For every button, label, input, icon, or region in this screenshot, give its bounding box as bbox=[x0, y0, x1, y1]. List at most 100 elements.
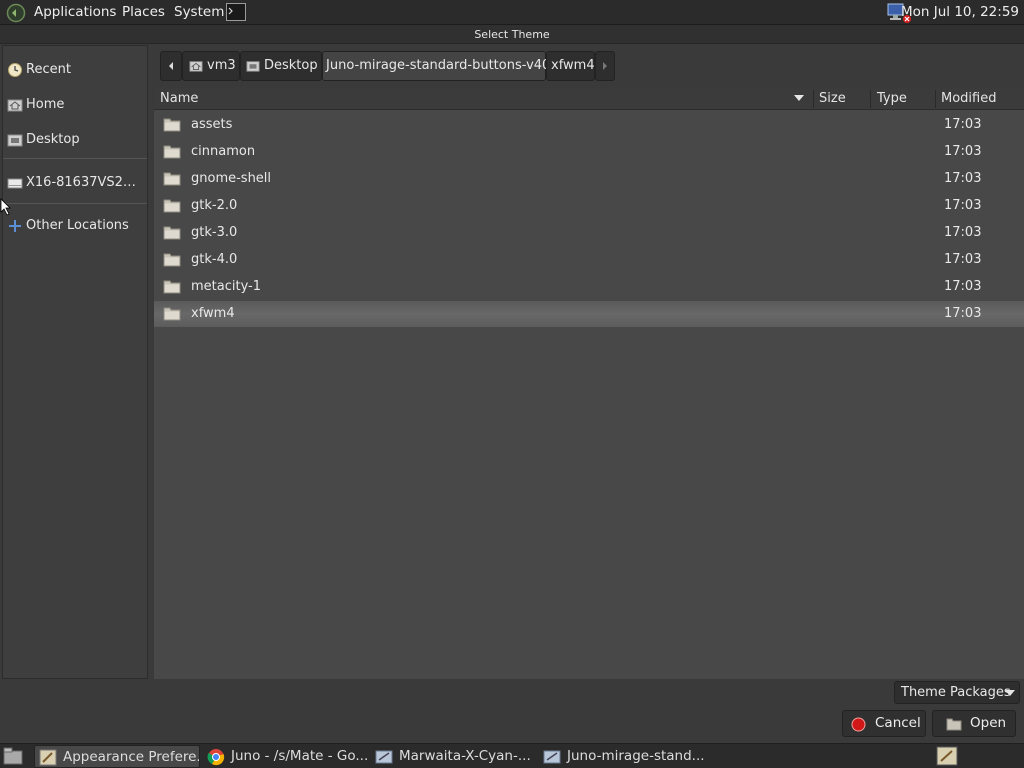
taskbar: Appearance Prefere... Juno - /s/Mate - G… bbox=[0, 743, 1024, 768]
path-crumb-label: xfwm4 bbox=[551, 58, 595, 73]
folder-icon bbox=[163, 171, 181, 186]
file-filter-select[interactable]: Theme Packages bbox=[894, 681, 1020, 704]
file-name: metacity-1 bbox=[191, 279, 262, 294]
column-size[interactable]: Size bbox=[819, 88, 846, 109]
path-crumb-label: Desktop bbox=[264, 58, 318, 73]
file-name: xfwm4 bbox=[191, 306, 235, 321]
system-menu[interactable]: System bbox=[174, 4, 224, 20]
sidebar-item-recent[interactable]: Recent bbox=[3, 56, 147, 84]
path-crumb-vm3[interactable]: vm3 bbox=[182, 51, 240, 81]
sidebar-item-label: Recent bbox=[26, 62, 71, 77]
column-type[interactable]: Type bbox=[877, 88, 907, 109]
mate-logo-icon[interactable] bbox=[6, 3, 26, 23]
taskbar-item-label: Juno - /s/Mate - Go... bbox=[231, 748, 369, 764]
column-modified[interactable]: Modified bbox=[941, 88, 996, 109]
column-header: Name Size Type Modified bbox=[154, 88, 1024, 110]
applications-menu[interactable]: Applications bbox=[34, 4, 116, 20]
file-manager-icon bbox=[543, 748, 561, 765]
sort-down-icon[interactable] bbox=[794, 94, 804, 102]
column-separator bbox=[935, 90, 936, 108]
folder-icon bbox=[163, 117, 181, 132]
folder-icon bbox=[163, 198, 181, 213]
sidebar-item-desktop[interactable]: Desktop bbox=[3, 126, 147, 154]
file-name: assets bbox=[191, 117, 233, 132]
appearance-icon bbox=[39, 749, 57, 766]
places-sidebar: Recent Home Desktop X16-81637VS201... Ot… bbox=[2, 45, 148, 679]
file-filter-label: Theme Packages bbox=[901, 685, 1011, 700]
cancel-icon bbox=[851, 717, 866, 732]
drive-icon bbox=[7, 175, 23, 191]
cancel-label: Cancel bbox=[875, 715, 921, 731]
list-item[interactable]: assets 17:03 bbox=[154, 112, 1024, 138]
sidebar-item-label: Other Locations bbox=[26, 218, 129, 233]
list-item[interactable]: cinnamon 17:03 bbox=[154, 139, 1024, 165]
taskbar-item-appearance[interactable]: Appearance Prefere... bbox=[34, 745, 200, 768]
show-desktop-icon[interactable] bbox=[3, 747, 23, 765]
file-name: gtk-2.0 bbox=[191, 198, 238, 213]
file-modified: 17:03 bbox=[944, 279, 982, 294]
open-button[interactable]: Open bbox=[932, 710, 1016, 737]
column-name[interactable]: Name bbox=[160, 88, 198, 109]
file-modified: 17:03 bbox=[944, 198, 982, 213]
chevron-right-icon bbox=[601, 61, 609, 71]
taskbar-item-chrome[interactable]: Juno - /s/Mate - Go... bbox=[203, 745, 369, 768]
places-menu[interactable]: Places bbox=[122, 4, 165, 20]
file-modified: 17:03 bbox=[944, 252, 982, 267]
desktop-icon bbox=[246, 59, 260, 73]
list-item[interactable]: gtk-2.0 17:03 bbox=[154, 193, 1024, 219]
list-item[interactable]: gtk-4.0 17:03 bbox=[154, 247, 1024, 273]
sidebar-item-label: Home bbox=[26, 97, 65, 112]
open-folder-icon bbox=[946, 717, 962, 731]
sidebar-separator bbox=[3, 203, 147, 204]
list-item[interactable]: gtk-3.0 17:03 bbox=[154, 220, 1024, 246]
dialog-title: Select Theme bbox=[0, 25, 1024, 44]
file-name: cinnamon bbox=[191, 144, 256, 159]
file-list[interactable]: Name Size Type Modified assets 17:03 cin… bbox=[154, 88, 1024, 679]
taskbar-item-label: Juno-mirage-stand... bbox=[567, 748, 705, 764]
sidebar-item-home[interactable]: Home bbox=[3, 91, 147, 119]
file-name: gtk-4.0 bbox=[191, 252, 238, 267]
file-name: gtk-3.0 bbox=[191, 225, 238, 240]
chrome-icon bbox=[207, 748, 225, 766]
plus-icon bbox=[7, 218, 23, 234]
sidebar-item-drive[interactable]: X16-81637VS201... bbox=[3, 169, 147, 197]
list-item[interactable]: metacity-1 17:03 bbox=[154, 274, 1024, 300]
path-crumb-desktop[interactable]: Desktop bbox=[240, 51, 322, 81]
dialog-footer: Theme Packages Cancel Open bbox=[0, 680, 1024, 743]
path-forward-button[interactable] bbox=[595, 51, 615, 81]
chevron-down-icon bbox=[1005, 689, 1015, 697]
sidebar-item-other-locations[interactable]: Other Locations bbox=[3, 212, 147, 240]
list-item[interactable]: gnome-shell 17:03 bbox=[154, 166, 1024, 192]
file-modified: 17:03 bbox=[944, 171, 982, 186]
taskbar-item-juno-folder[interactable]: Juno-mirage-stand... bbox=[539, 745, 705, 768]
top-panel: Applications Places System Mon Jul 10, 2… bbox=[0, 0, 1024, 25]
file-modified: 17:03 bbox=[944, 225, 982, 240]
path-crumb-label: Juno-mirage-standard-buttons-v40 bbox=[326, 58, 551, 73]
workspace-switcher-icon[interactable] bbox=[936, 746, 958, 766]
folder-icon bbox=[163, 225, 181, 240]
list-item-selected[interactable]: xfwm4 17:03 bbox=[154, 301, 1024, 327]
clock[interactable]: Mon Jul 10, 22:59 bbox=[901, 4, 1019, 20]
path-crumb-xfwm4[interactable]: xfwm4 bbox=[546, 51, 595, 81]
file-modified: 17:03 bbox=[944, 117, 982, 132]
path-back-button[interactable] bbox=[160, 51, 182, 81]
desktop-icon bbox=[7, 132, 23, 148]
column-separator bbox=[870, 90, 871, 108]
path-crumb-juno[interactable]: Juno-mirage-standard-buttons-v40 bbox=[322, 51, 550, 81]
chevron-left-icon bbox=[167, 61, 175, 71]
recent-icon bbox=[7, 62, 23, 78]
folder-icon bbox=[163, 306, 181, 321]
home-icon bbox=[189, 59, 203, 73]
terminal-icon[interactable] bbox=[226, 3, 246, 21]
sidebar-separator bbox=[3, 158, 147, 159]
taskbar-item-marwaita[interactable]: Marwaita-X-Cyan-... bbox=[371, 745, 537, 768]
sidebar-item-label: Desktop bbox=[26, 132, 80, 147]
sidebar-item-label: X16-81637VS201... bbox=[26, 175, 144, 190]
taskbar-item-label: Marwaita-X-Cyan-... bbox=[399, 748, 531, 764]
home-icon bbox=[7, 97, 23, 113]
taskbar-item-label: Appearance Prefere... bbox=[63, 749, 200, 765]
folder-icon bbox=[163, 279, 181, 294]
folder-icon bbox=[163, 252, 181, 267]
file-name: gnome-shell bbox=[191, 171, 272, 186]
cancel-button[interactable]: Cancel bbox=[842, 710, 926, 737]
